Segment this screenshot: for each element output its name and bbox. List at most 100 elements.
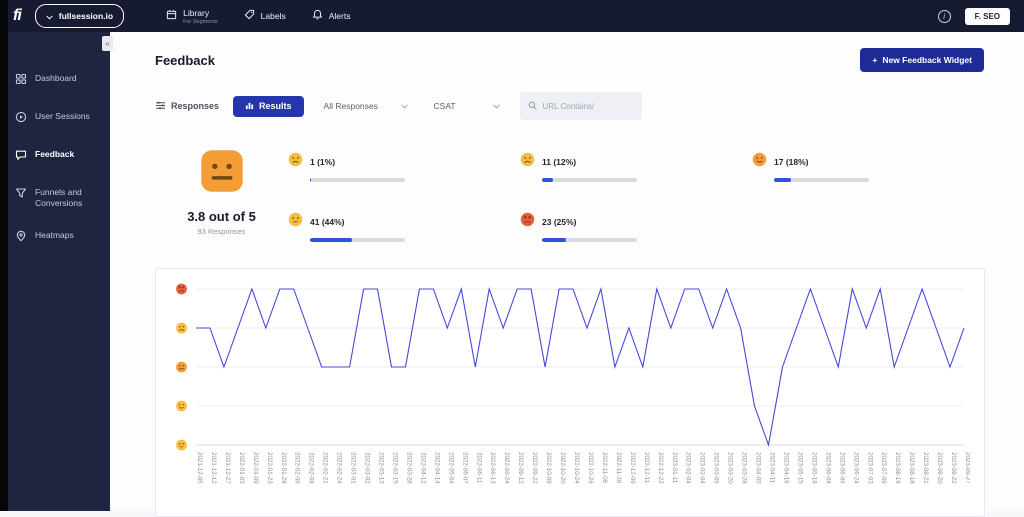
search-icon	[528, 97, 537, 115]
svg-text:2022-04-14: 2022-04-14	[433, 452, 440, 484]
bar-chart-icon	[245, 101, 254, 112]
rating-item-4: 41 (44%)	[288, 212, 520, 242]
svg-text:2022-12-22: 2022-12-22	[657, 452, 664, 484]
svg-text:2022-06-11: 2022-06-11	[475, 452, 482, 484]
svg-text:2023-07-03: 2023-07-03	[866, 452, 873, 484]
rating-label: 17 (18%)	[774, 157, 809, 167]
svg-text:2022-12-11: 2022-12-11	[643, 452, 650, 484]
svg-text:2023-03-28: 2023-03-28	[741, 452, 748, 484]
svg-text:2022-03-15: 2022-03-15	[392, 452, 399, 484]
angry-face-icon	[520, 212, 535, 232]
nav-labels[interactable]: Labels	[244, 7, 286, 25]
svg-text:2021-12-05: 2021-12-05	[196, 452, 203, 484]
svg-text:2023-05-15: 2023-05-15	[796, 452, 803, 484]
sidebar-item-label: Dashboard	[35, 72, 77, 84]
rating-label: 11 (12%)	[542, 157, 576, 167]
responses-count: 93 Responses	[198, 227, 246, 236]
bell-icon	[312, 7, 323, 25]
rating-item-2: 11 (12%)	[520, 152, 752, 182]
svg-text:2022-03-02: 2022-03-02	[364, 452, 371, 484]
nav-library[interactable]: Library For Segments	[166, 7, 218, 25]
grinning-face-icon	[288, 212, 303, 232]
svg-text:2022-01-28: 2022-01-28	[280, 452, 287, 484]
svg-text:2022-10-24: 2022-10-24	[573, 452, 580, 484]
rating-label: 1 (1%)	[310, 157, 335, 167]
new-feedback-widget-button[interactable]: + New Feedback Widget	[860, 48, 984, 72]
sidebar: Dashboard User Sessions Feedback Funnels…	[0, 32, 110, 511]
workspace-name: fullsession.io	[59, 11, 113, 21]
tab-results[interactable]: Results	[233, 96, 304, 117]
rating-item-1: 1 (1%)	[288, 152, 520, 182]
svg-text:2022-01-23: 2022-01-23	[266, 452, 273, 484]
svg-text:2022-06-07: 2022-06-07	[461, 452, 468, 484]
tab-results-label: Results	[259, 101, 292, 111]
svg-text:2023-09-20: 2023-09-20	[936, 452, 943, 484]
svg-text:2023-07-09: 2023-07-09	[880, 452, 887, 484]
rating-progress-bar	[310, 238, 405, 242]
svg-text:2023-06-06: 2023-06-06	[838, 452, 845, 484]
svg-text:2023-03-20: 2023-03-20	[727, 452, 734, 484]
sidebar-item-funnels[interactable]: Funnels and Conversions	[0, 176, 110, 219]
svg-text:2022-03-13: 2022-03-13	[378, 452, 385, 484]
tag-icon	[244, 7, 255, 25]
nav-alerts[interactable]: Alerts	[312, 7, 351, 25]
page-header: Feedback + New Feedback Widget	[155, 48, 984, 72]
overall-score: 3.8 out of 5	[187, 209, 256, 224]
top-nav: Library For Segments Labels Alerts	[166, 7, 350, 25]
topbar: fi fullsession.io Library For Segments L…	[0, 0, 1024, 32]
left-edge-strip	[0, 0, 8, 511]
info-circle-icon[interactable]: i	[938, 10, 951, 23]
workspace-selector[interactable]: fullsession.io	[35, 4, 124, 28]
url-contains-input[interactable]	[543, 102, 633, 111]
svg-text:2022-02-06: 2022-02-06	[294, 452, 301, 484]
fullsession-logo: fi	[13, 7, 21, 25]
chevron-down-icon	[493, 101, 500, 111]
svg-text:2022-04-12: 2022-04-12	[419, 452, 426, 484]
svg-text:2022-02-08: 2022-02-08	[308, 452, 315, 484]
svg-text:2023-06-24: 2023-06-24	[852, 452, 859, 484]
rating-item-5: 23 (25%)	[520, 212, 752, 242]
url-filter-searchbox	[520, 92, 642, 120]
grid-icon	[15, 72, 27, 90]
sidebar-item-dashboard[interactable]: Dashboard	[0, 62, 110, 100]
rating-label: 41 (44%)	[310, 217, 345, 227]
survey-type-dropdown[interactable]: CSAT	[428, 96, 506, 116]
sidebar-item-heatmaps[interactable]: Heatmaps	[0, 219, 110, 257]
overall-score-emoji	[199, 148, 245, 199]
rating-progress-bar	[774, 178, 869, 182]
main-content: Feedback + New Feedback Widget Responses…	[110, 32, 1024, 511]
svg-text:2022-10-26: 2022-10-26	[587, 452, 594, 484]
sidebar-collapse-button[interactable]: «	[102, 36, 113, 51]
response-filter-dropdown[interactable]: All Responses	[318, 96, 414, 116]
plus-icon: +	[872, 55, 877, 65]
svg-text:2023-08-18: 2023-08-18	[908, 452, 915, 484]
nav-library-label: Library	[183, 8, 218, 18]
sidebar-item-user-sessions[interactable]: User Sessions	[0, 100, 110, 138]
svg-text:2023-05-18: 2023-05-18	[810, 452, 817, 484]
library-icon	[166, 7, 177, 25]
svg-text:2022-02-21: 2022-02-21	[322, 452, 329, 484]
svg-text:2022-03-01: 2022-03-01	[350, 452, 357, 484]
topbar-right: i F. SEO	[938, 8, 1010, 25]
tab-responses[interactable]: Responses	[155, 97, 219, 115]
svg-text:2022-11-30: 2022-11-30	[615, 452, 622, 484]
svg-text:2022-05-04: 2022-05-04	[447, 452, 454, 484]
svg-text:2023-04-11: 2023-04-11	[769, 452, 776, 484]
rating-item-3: 17 (18%)	[752, 152, 984, 182]
chevron-down-icon	[401, 101, 408, 111]
tab-responses-label: Responses	[171, 101, 219, 111]
chevron-down-icon	[46, 7, 53, 25]
user-account-button[interactable]: F. SEO	[965, 8, 1010, 25]
rating-progress-bar	[310, 178, 405, 182]
svg-text:2023-08-21: 2023-08-21	[922, 452, 929, 484]
svg-text:2022-06-24: 2022-06-24	[503, 452, 510, 484]
nav-library-sublabel: For Segments	[183, 19, 218, 25]
sidebar-item-label: Funnels and Conversions	[35, 186, 100, 209]
svg-text:2023-06-04: 2023-06-04	[824, 452, 831, 484]
svg-text:2021-12-12: 2021-12-12	[210, 452, 217, 484]
sidebar-item-label: User Sessions	[35, 110, 90, 122]
svg-text:2022-09-22: 2022-09-22	[531, 452, 538, 484]
svg-text:2022-03-28: 2022-03-28	[406, 452, 413, 484]
sidebar-item-feedback[interactable]: Feedback	[0, 138, 110, 176]
nav-labels-label: Labels	[261, 11, 286, 21]
